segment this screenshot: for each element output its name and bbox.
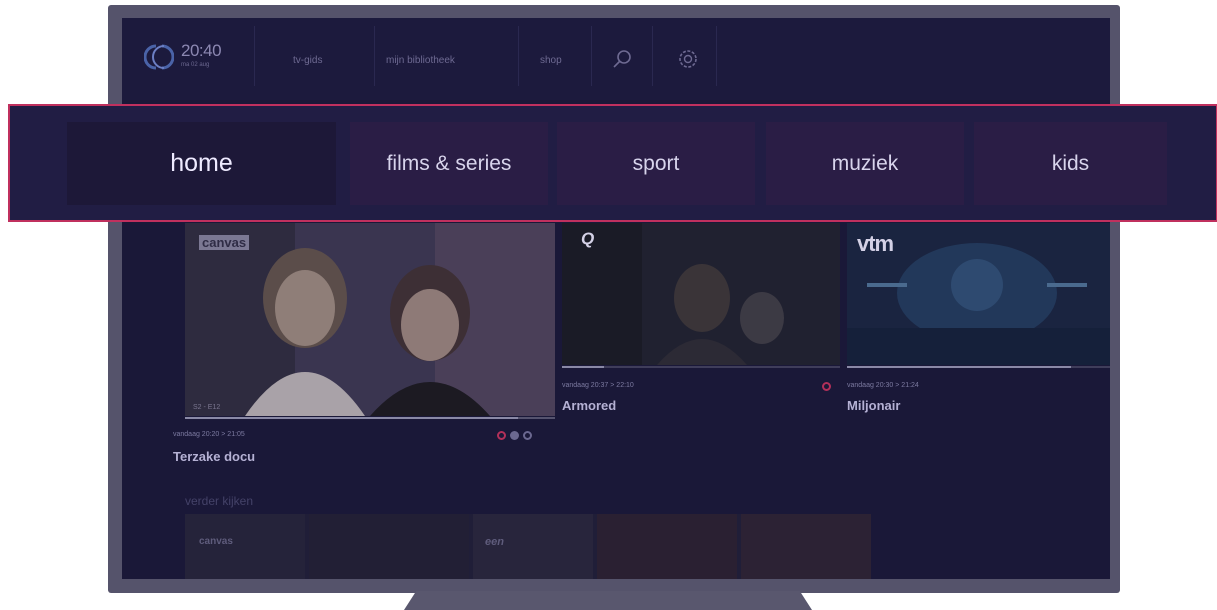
channel-logo: Q	[581, 229, 595, 248]
channel-logo: canvas	[199, 235, 250, 250]
nav-link-library[interactable]: mijn bibliotheek	[386, 55, 455, 66]
record-icon	[497, 431, 506, 440]
channel-logo: vtm	[857, 231, 894, 256]
program-meta: vandaag 20:20 > 21:05	[173, 431, 245, 438]
search-icon[interactable]	[611, 48, 633, 70]
tv-screen: 20:40 ma 02 aug tv-gids mijn bibliotheek…	[122, 18, 1110, 579]
progress-bar	[562, 366, 604, 368]
continue-item[interactable]: een	[473, 514, 593, 579]
program-title: Armored	[562, 398, 617, 413]
program-tile-armored[interactable]: Q	[562, 223, 840, 365]
brand-logo-icon	[144, 44, 174, 70]
gear-icon[interactable]	[677, 48, 699, 70]
row-heading-continue-watching: verder kijken	[185, 494, 254, 508]
episode-label: S2 - E12	[193, 404, 221, 411]
top-bar: 20:40 ma 02 aug tv-gids mijn bibliotheek…	[122, 18, 1110, 100]
continue-item[interactable]: canvas	[185, 514, 305, 579]
divider	[716, 26, 717, 86]
record-icon	[822, 382, 831, 391]
divider	[254, 26, 255, 86]
divider	[518, 26, 519, 86]
tv-stand	[404, 591, 812, 610]
program-tile-miljonair[interactable]: vtm	[847, 223, 1110, 365]
nav-link-tv-guide[interactable]: tv-gids	[293, 55, 322, 66]
replay-icon	[523, 431, 532, 440]
nav-link-shop[interactable]: shop	[540, 55, 562, 66]
tab-sport[interactable]: sport	[557, 122, 755, 205]
tab-muziek[interactable]: muziek	[766, 122, 964, 205]
clock: 20:40 ma 02 aug	[181, 41, 222, 68]
progress-bar	[185, 417, 518, 419]
continue-item[interactable]	[741, 514, 871, 579]
clock-time: 20:40	[181, 41, 222, 60]
clock-date: ma 02 aug	[181, 62, 210, 68]
program-title: Terzake docu	[173, 449, 256, 464]
tab-kids[interactable]: kids	[974, 122, 1167, 205]
divider	[591, 26, 592, 86]
progress-bar	[847, 366, 1071, 368]
tab-films-series[interactable]: films & series	[350, 122, 548, 205]
program-meta: vandaag 20:37 > 22:10	[562, 382, 634, 389]
continue-item[interactable]	[597, 514, 737, 579]
divider	[374, 26, 375, 86]
program-tile-terzake[interactable]: canvas S2 - E12	[185, 223, 555, 416]
main-menu-highlight: home films & series sport muziek kids	[8, 104, 1217, 222]
subtitle-icon	[510, 431, 519, 440]
program-thumbnail	[562, 223, 840, 365]
channel-logo: canvas	[199, 536, 233, 547]
continue-watching-row: canvas een	[185, 514, 871, 579]
divider	[652, 26, 653, 86]
tab-home[interactable]: home	[67, 122, 336, 205]
program-thumbnail	[185, 223, 555, 416]
program-title: Miljonair	[847, 398, 901, 413]
channel-logo: een	[485, 536, 504, 548]
program-meta: vandaag 20:30 > 21:24	[847, 382, 919, 389]
continue-item[interactable]	[309, 514, 469, 579]
